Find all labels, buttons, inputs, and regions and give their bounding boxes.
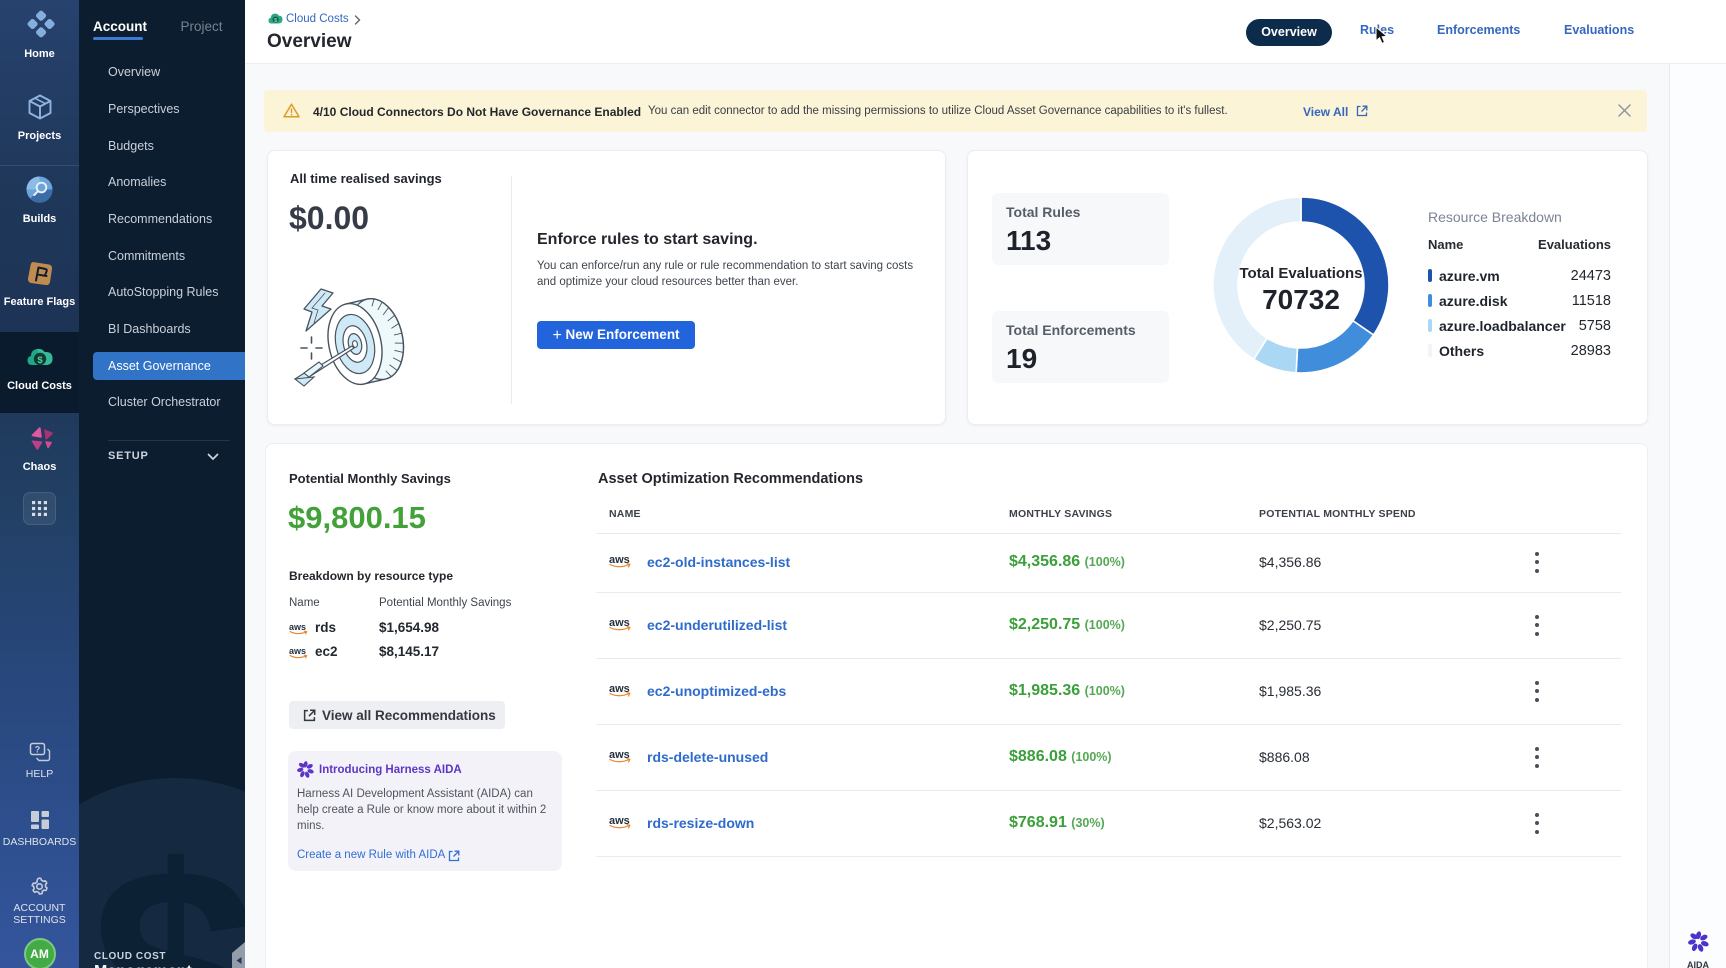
svg-text:$: $	[274, 18, 277, 24]
svg-text:$: $	[90, 804, 245, 968]
svg-text:aws: aws	[289, 622, 306, 632]
svg-text:aws: aws	[289, 646, 306, 656]
svg-text:?: ?	[34, 745, 40, 755]
svg-text:$: $	[37, 355, 43, 366]
